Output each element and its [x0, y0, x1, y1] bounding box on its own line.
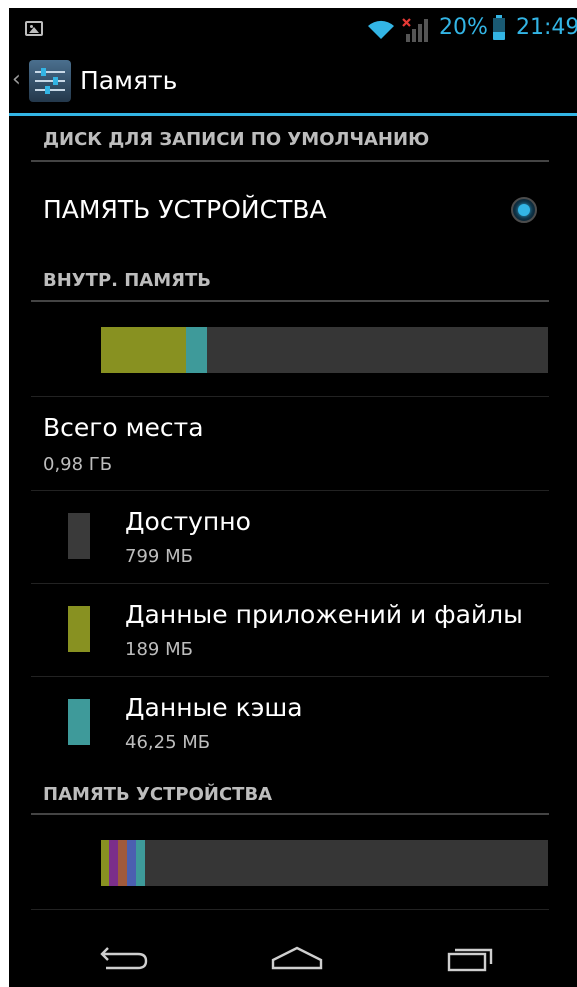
back-icon[interactable]: [94, 938, 154, 978]
total-space-value: 0,98 ГБ: [43, 454, 113, 475]
default-disk-radio-button[interactable]: [511, 197, 537, 223]
battery-icon: [493, 15, 505, 40]
settings-sliders-icon[interactable]: [29, 60, 71, 102]
action-bar: ‹ Память: [9, 48, 577, 114]
usage-segment-cache: [185, 327, 207, 373]
section-rule: [31, 813, 549, 815]
section-rule: [31, 160, 549, 162]
item-divider: [31, 676, 549, 677]
section-rule: [31, 300, 549, 302]
home-icon[interactable]: [267, 938, 327, 978]
no-signal-icon: [402, 18, 428, 42]
usage-segment-apps: [101, 327, 186, 373]
item-divider: [31, 396, 549, 397]
wifi-icon: [368, 20, 394, 39]
radio-selected-dot: [518, 204, 530, 216]
list-item-value: 46,25 МБ: [125, 732, 211, 753]
device-screen: 20% 21:49 ‹ Память ДИСК ДЛЯ ЗАПИСИ ПО УМ…: [9, 8, 577, 987]
legend-swatch-available: [68, 513, 90, 559]
up-navigation-chevron-icon[interactable]: ‹: [12, 68, 21, 92]
legend-swatch-app-data: [68, 606, 90, 652]
usage-segment: [126, 840, 136, 886]
internal-storage-usage-bar: [101, 327, 548, 373]
list-item-value: 799 МБ: [125, 546, 193, 567]
status-bar: 20% 21:49: [9, 8, 577, 48]
legend-swatch-cache: [68, 699, 90, 745]
default-disk-option-label: ПАМЯТЬ УСТРОЙСТВА: [43, 195, 327, 224]
list-item-label: Данные кэша: [125, 693, 303, 722]
list-item-label: Данные приложений и файлы: [125, 600, 523, 629]
usage-segment: [101, 840, 110, 886]
usage-segment: [135, 840, 145, 886]
section-header-device-storage: ПАМЯТЬ УСТРОЙСТВА: [43, 784, 273, 805]
clock: 21:49: [516, 15, 577, 40]
list-item-label: Доступно: [125, 507, 251, 536]
total-space-label: Всего места: [43, 413, 204, 442]
usage-segment: [117, 840, 127, 886]
navigation-bar: [9, 928, 577, 987]
section-header-internal-storage: ВНУТР. ПАМЯТЬ: [43, 270, 212, 291]
recent-apps-icon[interactable]: [441, 938, 501, 978]
list-item-value: 189 МБ: [125, 639, 193, 660]
screen-title: Память: [80, 66, 178, 95]
action-bar-divider: [9, 113, 577, 116]
section-header-default-disk: ДИСК ДЛЯ ЗАПИСИ ПО УМОЛЧАНИЮ: [43, 129, 430, 150]
battery-percent: 20%: [439, 15, 488, 40]
item-divider: [31, 490, 549, 491]
usage-segment: [109, 840, 118, 886]
item-divider: [31, 583, 549, 584]
item-divider: [31, 909, 549, 910]
device-storage-usage-bar: [101, 840, 548, 886]
picture-notification-icon: [25, 21, 43, 36]
